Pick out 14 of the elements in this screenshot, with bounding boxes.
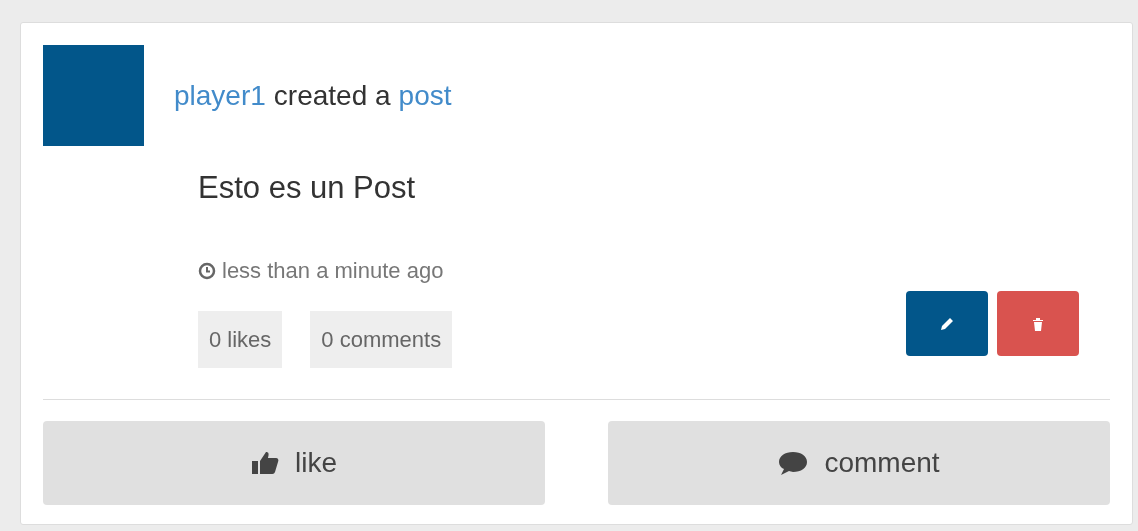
username-link[interactable]: player1: [174, 74, 266, 117]
action-text: created a: [273, 78, 391, 113]
timestamp: less than a minute ago: [222, 257, 444, 285]
clock-icon: [198, 261, 216, 280]
post-link[interactable]: post: [398, 74, 452, 117]
count-label: 0 comments: [310, 311, 453, 368]
count-label: 0 likes: [198, 311, 283, 368]
delete-button[interactable]: [997, 291, 1079, 356]
edit-button[interactable]: [906, 291, 988, 356]
speech-bubble-icon: [778, 450, 809, 476]
comment-button[interactable]: comment: [608, 421, 1110, 505]
like-button[interactable]: like: [43, 421, 545, 505]
thumbs-up-icon: [251, 451, 279, 475]
post-text: Esto es un Post: [198, 170, 417, 206]
